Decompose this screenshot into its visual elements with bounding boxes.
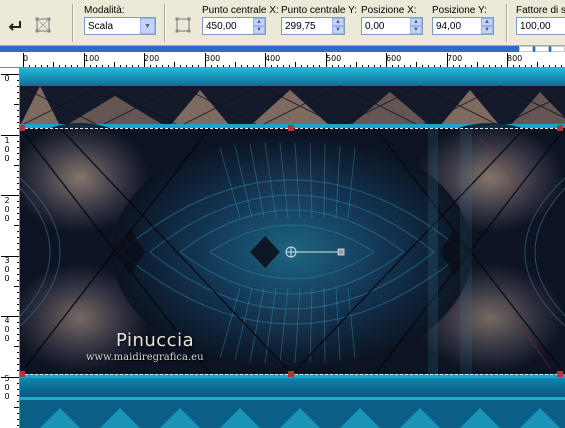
punto-y-input[interactable]: 299,75 ▲ ▼ [281, 17, 345, 35]
transform-handle[interactable] [20, 125, 25, 131]
reset-arrow-icon[interactable] [4, 14, 26, 36]
punto-y-spinner[interactable]: ▲ ▼ [332, 18, 344, 34]
fattore-input[interactable]: 100,00 [516, 17, 565, 35]
horizontal-ruler[interactable]: 0 100 200 300 400 500 600 700 800 [0, 52, 565, 68]
ruler-label: 100 [4, 136, 10, 163]
vertical-ruler[interactable]: 0 100 200 300 400 500 [0, 68, 20, 428]
punto-x-value: 450,00 [206, 20, 237, 32]
ruler-label: 800 [507, 54, 523, 63]
ruler-label: 100 [84, 54, 100, 63]
punto-x-spinner[interactable]: ▲ ▼ [253, 18, 265, 34]
punto-x-input[interactable]: 450,00 ▲ ▼ [202, 17, 266, 35]
ruler-label: 600 [386, 54, 402, 63]
rotation-pivot-handle[interactable] [285, 246, 345, 258]
chevron-down-icon[interactable]: ▼ [140, 18, 155, 34]
transform-handle[interactable] [557, 371, 563, 377]
fattore-label: Fattore di sc [516, 5, 565, 16]
transform-handle[interactable] [20, 371, 25, 377]
watermark-url: www.maidiregrafica.eu [86, 352, 204, 363]
pos-x-value: 0,00 [365, 20, 385, 32]
ruler-label: 400 [265, 54, 281, 63]
transform-frame-icon[interactable] [32, 14, 54, 36]
ruler-label: 300 [205, 54, 221, 63]
ruler-label: 700 [447, 54, 463, 63]
modalita-value: Scala [88, 20, 114, 32]
pos-x-input[interactable]: 0,00 ▲ ▼ [361, 17, 423, 35]
image-canvas[interactable]: Pinuccia www.maidiregrafica.eu [20, 68, 565, 428]
punto-y-label: Punto centrale Y: [281, 5, 357, 16]
fattore-value: 100,00 [520, 20, 551, 32]
ruler-label: 500 [326, 54, 342, 63]
toolbar-separator [72, 4, 74, 42]
transform-box[interactable] [20, 68, 565, 428]
pos-x-spinner[interactable]: ▲ ▼ [410, 18, 422, 34]
pick-tool-frame-icon[interactable] [172, 14, 194, 36]
transform-handle[interactable] [557, 125, 563, 131]
pos-y-label: Posizione Y: [432, 5, 487, 16]
ruler-label: 300 [4, 256, 10, 283]
ruler-label: 500 [4, 374, 10, 401]
vertical-ruler-ticks [1, 74, 19, 426]
ruler-label: 0 [4, 74, 10, 83]
punto-y-value: 299,75 [285, 20, 316, 32]
transform-handle[interactable] [288, 371, 294, 377]
pos-x-label: Posizione X: [361, 5, 417, 16]
pos-y-value: 94,00 [436, 20, 462, 32]
ruler-label: 200 [144, 54, 160, 63]
modalita-label: Modalità: [84, 5, 125, 16]
pos-y-input[interactable]: 94,00 ▲ ▼ [432, 17, 494, 35]
ruler-label: 200 [4, 196, 10, 223]
tool-options-toolbar: Modalità: Scala ▼ Punto centrale X: 450,… [0, 0, 565, 46]
transform-handle[interactable] [288, 125, 294, 131]
toolbar-separator [506, 4, 508, 42]
ruler-label: 0 [23, 54, 29, 63]
watermark-title: Pinuccia [116, 330, 195, 351]
punto-x-label: Punto centrale X: [202, 5, 279, 16]
toolbar-separator [164, 4, 166, 42]
modalita-dropdown[interactable]: Scala ▼ [84, 17, 156, 35]
pos-y-spinner[interactable]: ▲ ▼ [481, 18, 493, 34]
ruler-label: 400 [4, 316, 10, 343]
